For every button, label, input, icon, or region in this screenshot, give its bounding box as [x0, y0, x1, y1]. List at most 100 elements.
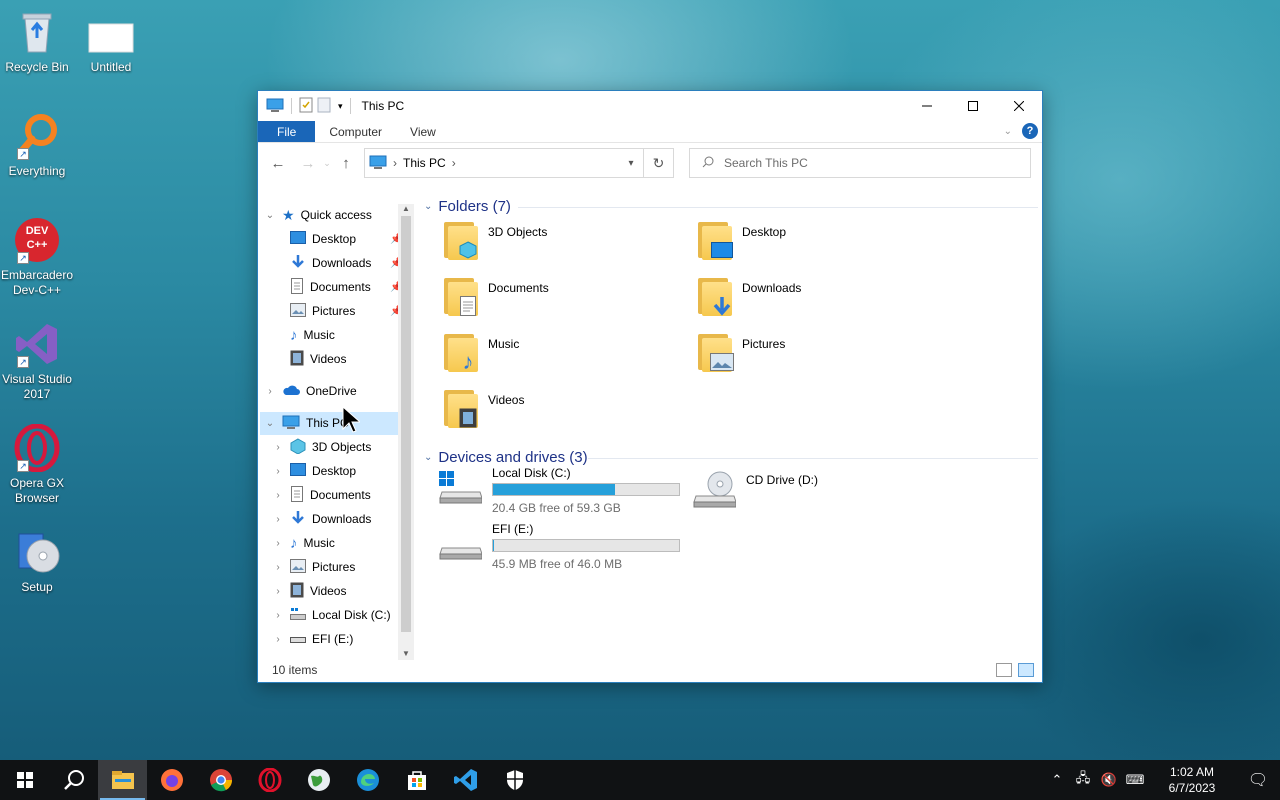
desktop-icon-recycle-bin[interactable]: Recycle Bin	[0, 8, 74, 75]
nav-pc-efi-e[interactable]: › EFI (E:)	[272, 628, 353, 650]
nav-pc-music[interactable]: › ♪ Music	[272, 532, 335, 554]
start-button[interactable]	[0, 760, 49, 800]
nav-quick-desktop[interactable]: Desktop 📌	[290, 228, 402, 250]
recent-locations-button[interactable]: ⌄	[320, 151, 334, 175]
refresh-button[interactable]: ↻	[643, 149, 673, 177]
folder-downloads[interactable]: Downloads	[696, 278, 801, 316]
chevron-right-icon[interactable]: ›	[272, 442, 284, 453]
network-icon[interactable]: 🖧	[1070, 769, 1096, 791]
nav-pane-scrollbar[interactable]: ▲ ▼	[398, 204, 414, 660]
notification-center-icon[interactable]: 🗨	[1236, 770, 1280, 790]
forward-button[interactable]: →	[296, 151, 320, 175]
folder-music[interactable]: ♪ Music	[442, 334, 519, 374]
breadcrumb-this-pc[interactable]: This PC	[403, 156, 446, 170]
folder-documents[interactable]: Documents	[442, 278, 549, 316]
volume-muted-icon[interactable]: 🔇	[1096, 772, 1122, 788]
folders-group-header[interactable]: ⌄ Folders (7)	[424, 196, 511, 216]
desktop-icon-everything[interactable]: ↗ Everything	[0, 112, 74, 179]
address-dropdown-button[interactable]: ▾	[619, 158, 643, 169]
folder-3d-objects[interactable]: 3D Objects	[442, 222, 547, 260]
nav-pc-downloads[interactable]: › Downloads	[272, 508, 371, 530]
back-button[interactable]: ←	[266, 151, 290, 175]
maximize-button[interactable]	[950, 91, 996, 121]
search-box[interactable]: Search This PC	[689, 148, 1031, 178]
nav-pc-pictures[interactable]: › Pictures	[272, 556, 355, 578]
nav-quick-pictures[interactable]: Pictures 📌	[290, 300, 402, 322]
nav-quick-music[interactable]: ♪ Music	[290, 324, 335, 346]
tab-view[interactable]: View	[396, 121, 450, 142]
nav-pc-3d-objects[interactable]: › 3D Objects	[272, 436, 371, 458]
chevron-down-icon[interactable]: ⌄	[264, 418, 276, 429]
desktop-icon-devcpp[interactable]: DEV C++ ↗ Embarcadero Dev-C++	[0, 216, 74, 298]
breadcrumb-separator[interactable]: ›	[393, 156, 397, 170]
nav-quick-access[interactable]: ⌄ ★ Quick access	[264, 204, 372, 226]
close-button[interactable]	[996, 91, 1042, 121]
desktop-icon-visual-studio[interactable]: ↗ Visual Studio 2017	[0, 320, 74, 402]
chevron-right-icon[interactable]: ›	[272, 610, 284, 621]
taskbar-security[interactable]	[490, 760, 539, 800]
details-view-icon[interactable]	[996, 663, 1012, 677]
folder-pictures[interactable]: Pictures	[696, 334, 785, 372]
taskbar-file-explorer[interactable]	[98, 760, 147, 800]
taskbar-vscode[interactable]	[441, 760, 490, 800]
properties-icon[interactable]	[299, 97, 313, 116]
nav-onedrive[interactable]: › OneDrive	[264, 380, 356, 402]
drive-efi-e[interactable]: EFI (E:) 45.9 MB free of 46.0 MB	[438, 522, 680, 571]
tab-computer[interactable]: Computer	[315, 121, 396, 142]
customize-toolbar-chevron-icon[interactable]: ▾	[338, 101, 343, 112]
chevron-down-icon[interactable]: ⌄	[424, 201, 432, 212]
taskbar-firefox[interactable]	[147, 760, 196, 800]
scrollbar-thumb[interactable]	[401, 216, 411, 632]
folder-desktop[interactable]: Desktop	[696, 222, 786, 260]
drive-local-disk-c[interactable]: Local Disk (C:) 20.4 GB free of 59.3 GB	[438, 466, 680, 515]
clock[interactable]: 1:02 AM 6/7/2023	[1156, 764, 1228, 796]
group-divider	[518, 207, 1038, 208]
nav-pc-local-disk-c[interactable]: › Local Disk (C:)	[272, 604, 391, 626]
this-pc-icon	[282, 415, 300, 432]
drives-group-header[interactable]: ⌄ Devices and drives (3)	[424, 447, 588, 467]
chevron-down-icon[interactable]: ⌄	[264, 210, 276, 221]
taskbar-search-button[interactable]	[49, 760, 98, 800]
desktop-icon-opera-gx[interactable]: ↗ Opera GX Browser	[0, 423, 74, 506]
nav-quick-videos[interactable]: Videos	[290, 348, 346, 370]
navigation-bar: ← → ⌄ ↑ › This PC › ▾ ↻ Search This PC	[258, 143, 1042, 183]
nav-pc-documents[interactable]: › Documents	[272, 484, 371, 506]
nav-pc-desktop[interactable]: › Desktop	[272, 460, 356, 482]
nav-quick-downloads[interactable]: Downloads 📌	[290, 252, 402, 274]
chevron-right-icon[interactable]: ›	[272, 586, 284, 597]
chevron-right-icon[interactable]: ›	[272, 490, 284, 501]
drive-cd-d[interactable]: CD Drive (D:)	[692, 466, 818, 508]
folder-videos[interactable]: Videos	[442, 390, 524, 428]
nav-this-pc[interactable]: ⌄ This PC	[264, 412, 349, 434]
chevron-right-icon[interactable]: ›	[272, 538, 284, 549]
help-button[interactable]: ?	[1022, 123, 1038, 139]
taskbar-globe-app[interactable]	[294, 760, 343, 800]
chevron-right-icon[interactable]: ›	[264, 386, 276, 397]
desktop-icon-setup[interactable]: Setup	[0, 528, 74, 595]
scroll-down-arrow-icon[interactable]: ▼	[398, 649, 414, 658]
scroll-up-arrow-icon[interactable]: ▲	[398, 204, 414, 213]
keyboard-icon[interactable]: ⌨	[1122, 772, 1148, 788]
tab-file[interactable]: File	[258, 121, 316, 142]
tiles-view-icon[interactable]	[1018, 663, 1034, 677]
taskbar-chrome[interactable]	[196, 760, 245, 800]
setup-cd-icon	[13, 528, 61, 576]
taskbar-store[interactable]	[392, 760, 441, 800]
chevron-right-icon[interactable]: ›	[272, 514, 284, 525]
up-button[interactable]: ↑	[334, 151, 358, 175]
taskbar-opera[interactable]	[245, 760, 294, 800]
expand-ribbon-chevron-icon[interactable]: ⌄	[1004, 126, 1012, 137]
chevron-down-icon[interactable]: ⌄	[424, 452, 432, 463]
chevron-up-icon[interactable]: ⌃	[1044, 772, 1070, 788]
new-folder-icon[interactable]	[317, 97, 331, 116]
breadcrumb-separator[interactable]: ›	[452, 156, 456, 170]
nav-pc-videos[interactable]: › Videos	[272, 580, 346, 602]
chevron-right-icon[interactable]: ›	[272, 562, 284, 573]
minimize-button[interactable]	[904, 91, 950, 121]
chevron-right-icon[interactable]: ›	[272, 466, 284, 477]
address-bar[interactable]: › This PC › ▾ ↻	[364, 148, 674, 178]
nav-quick-documents[interactable]: Documents 📌	[290, 276, 402, 298]
taskbar-edge[interactable]	[343, 760, 392, 800]
desktop-icon-untitled[interactable]: Untitled	[74, 8, 148, 75]
chevron-right-icon[interactable]: ›	[272, 634, 284, 645]
